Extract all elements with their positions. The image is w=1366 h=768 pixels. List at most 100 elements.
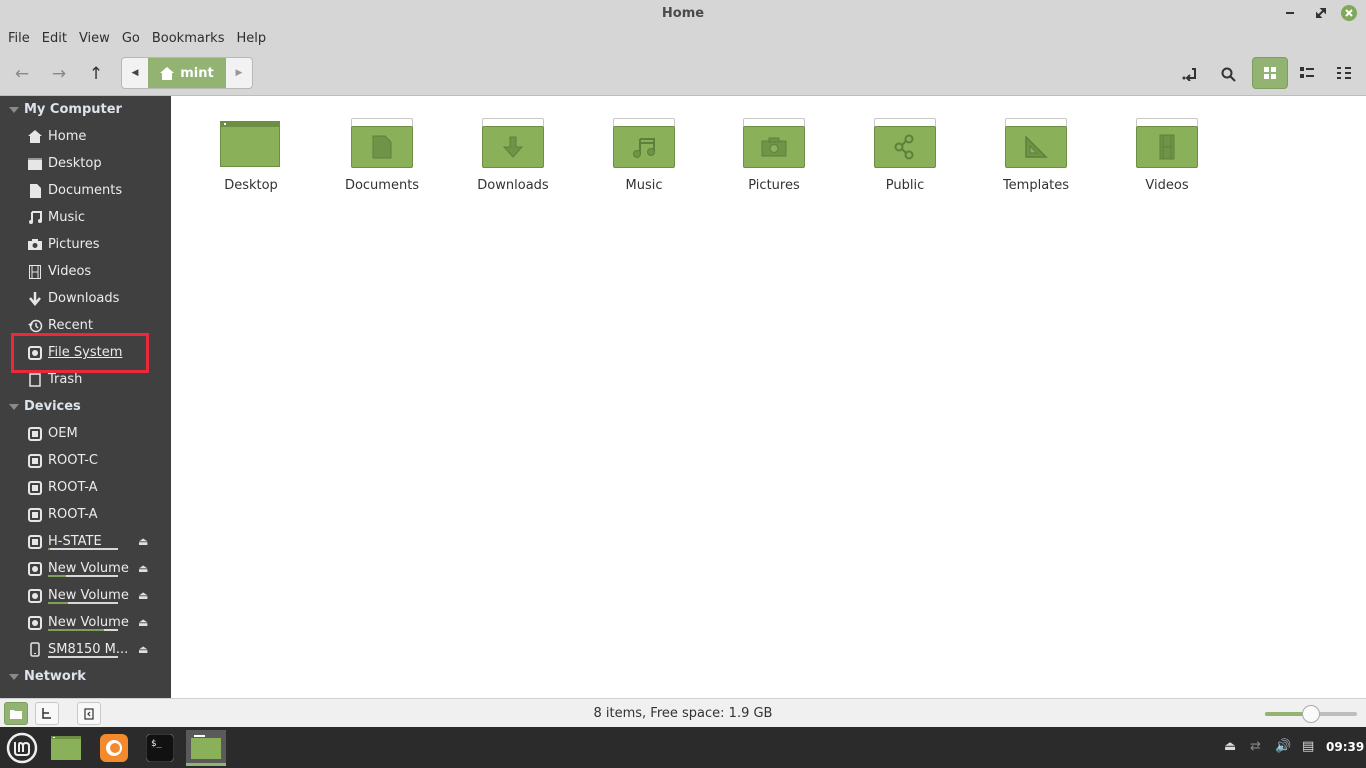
- section-my-computer[interactable]: My Computer: [0, 96, 171, 123]
- drive-icon: [27, 561, 43, 577]
- sidebar-item-desktop[interactable]: Desktop: [0, 150, 171, 177]
- share-folder-icon: [874, 118, 936, 168]
- eject-icon[interactable]: ⏏: [138, 616, 148, 629]
- document-icon: [27, 183, 43, 199]
- desktop-icon: [51, 736, 81, 760]
- close-button[interactable]: [1341, 5, 1357, 21]
- svg-text:$_: $_: [151, 739, 162, 749]
- sidebar-item-videos[interactable]: Videos: [0, 258, 171, 285]
- menu-view[interactable]: View: [73, 28, 116, 50]
- sidebar-item-label: OEM: [48, 426, 78, 441]
- folder-desktop[interactable]: Desktop: [196, 118, 306, 193]
- folder-music[interactable]: Music: [589, 118, 699, 193]
- file-manager-task[interactable]: [186, 730, 226, 766]
- search-button[interactable]: [1213, 59, 1243, 89]
- folder-label: Desktop: [224, 178, 278, 193]
- arrow-right-icon: →: [51, 64, 67, 84]
- path-bar: ◀ mint ▶: [121, 57, 253, 89]
- up-button[interactable]: ↑: [81, 59, 111, 89]
- folder-public[interactable]: Public: [850, 118, 960, 193]
- folder-downloads[interactable]: Downloads: [458, 118, 568, 193]
- sidebar-item-new-volume[interactable]: New Volume ⏏: [0, 609, 171, 636]
- mint-logo-icon: [6, 732, 38, 764]
- compact-view-button[interactable]: [1326, 57, 1362, 89]
- sidebar-item-downloads[interactable]: Downloads: [0, 285, 171, 312]
- eject-icon[interactable]: ⏏: [138, 643, 148, 656]
- sidebar-item-label: ROOT-A: [48, 507, 98, 522]
- icon-view-button[interactable]: [1252, 57, 1288, 89]
- firefox-icon: [100, 734, 128, 762]
- sidebar-item-label: ROOT-C: [48, 453, 99, 468]
- toggle-location-button[interactable]: [1175, 59, 1205, 89]
- chip-icon: [27, 453, 43, 469]
- sidebar-item-root-c[interactable]: ROOT-C: [0, 447, 171, 474]
- search-icon: [1221, 67, 1236, 82]
- folder-documents[interactable]: Documents: [327, 118, 437, 193]
- sidebar-item-label: New Volume: [48, 561, 129, 576]
- folder-videos[interactable]: Videos: [1112, 118, 1222, 193]
- menu-bookmarks[interactable]: Bookmarks: [146, 28, 231, 50]
- sidebar-item-label: ROOT-A: [48, 480, 98, 495]
- desktop-icon: [27, 156, 43, 172]
- sidebar-item-new-volume[interactable]: New Volume ⏏: [0, 582, 171, 609]
- sidebar-item-label: Pictures: [48, 237, 100, 252]
- clock[interactable]: 09:39: [1326, 740, 1364, 754]
- path-right-button[interactable]: ▶: [226, 58, 252, 88]
- toolbar: ← → ↑ ◀ mint ▶: [0, 51, 1366, 96]
- folder-templates[interactable]: Templates: [981, 118, 1091, 193]
- volume-icon[interactable]: 🔊: [1275, 739, 1291, 754]
- sidebar-item-music[interactable]: Music: [0, 204, 171, 231]
- firefox-launcher[interactable]: [94, 730, 134, 766]
- sidebar-item-new-volume[interactable]: New Volume ⏏: [0, 555, 171, 582]
- removable-drive-icon[interactable]: ⏏: [1224, 739, 1236, 754]
- folder-label: Pictures: [748, 178, 800, 193]
- caret-left-icon: ◀: [131, 68, 139, 78]
- menu-edit[interactable]: Edit: [36, 28, 73, 50]
- music-icon: [27, 210, 43, 226]
- zoom-slider-handle[interactable]: [1302, 705, 1320, 723]
- highlight-box: [11, 333, 149, 373]
- zoom-slider[interactable]: [1265, 705, 1357, 723]
- terminal-launcher[interactable]: $_: [140, 730, 180, 766]
- folder-pictures[interactable]: Pictures: [719, 118, 829, 193]
- terminal-icon: $_: [146, 734, 174, 762]
- sidebar-item-h-state[interactable]: H-STATE ⏏: [0, 528, 171, 555]
- home-icon: [160, 66, 175, 80]
- battery-icon[interactable]: ▤: [1302, 739, 1314, 754]
- network-disconnected-icon[interactable]: ⇄: [1250, 739, 1261, 754]
- eject-icon[interactable]: ⏏: [138, 535, 148, 548]
- list-view-button[interactable]: [1289, 57, 1325, 89]
- sidebar-item-sm8150-m[interactable]: SM8150 M... ⏏: [0, 636, 171, 663]
- chip-icon: [27, 507, 43, 523]
- download-folder-icon: [482, 118, 544, 168]
- forward-button[interactable]: →: [44, 59, 74, 89]
- show-desktop-button[interactable]: [46, 730, 86, 766]
- path-home-button[interactable]: mint: [148, 58, 226, 88]
- sidebar-item-root-a[interactable]: ROOT-A: [0, 474, 171, 501]
- sidebar-item-root-a[interactable]: ROOT-A: [0, 501, 171, 528]
- maximize-button[interactable]: [1312, 4, 1330, 22]
- path-left-button[interactable]: ◀: [122, 58, 148, 88]
- sidebar-item-documents[interactable]: Documents: [0, 177, 171, 204]
- sidebar-item-label: Desktop: [48, 156, 102, 171]
- sidebar-item-label: Documents: [48, 183, 123, 198]
- disk-usage-fill: [48, 629, 104, 631]
- menu-button[interactable]: [2, 730, 42, 766]
- back-button[interactable]: ←: [7, 59, 37, 89]
- disk-usage-bar: [48, 629, 118, 631]
- menu-bar: File Edit View Go Bookmarks Help: [0, 27, 1366, 51]
- menu-go[interactable]: Go: [116, 28, 146, 50]
- menu-file[interactable]: File: [2, 28, 36, 50]
- eject-icon[interactable]: ⏏: [138, 589, 148, 602]
- expander-icon: [9, 673, 19, 680]
- sidebar-item-home[interactable]: Home: [0, 123, 171, 150]
- section-devices[interactable]: Devices: [0, 393, 171, 420]
- sidebar-item-pictures[interactable]: Pictures: [0, 231, 171, 258]
- menu-help[interactable]: Help: [230, 28, 272, 50]
- section-network[interactable]: Network: [0, 663, 171, 690]
- minimize-button[interactable]: [1282, 4, 1300, 22]
- sidebar-item-oem[interactable]: OEM: [0, 420, 171, 447]
- grid-icon: [1264, 67, 1276, 79]
- folder-icon: [191, 734, 221, 759]
- eject-icon[interactable]: ⏏: [138, 562, 148, 575]
